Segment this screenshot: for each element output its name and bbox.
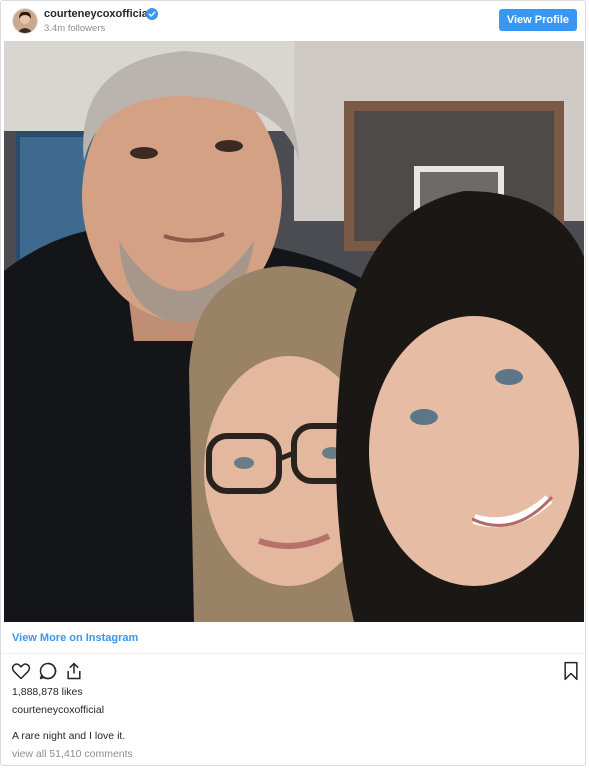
- bookmark-icon[interactable]: [561, 661, 581, 681]
- view-all-comments-link[interactable]: view all 51,410 comments: [12, 748, 133, 760]
- instagram-embed-card: courteneycoxofficial 3.4m followers View…: [0, 0, 586, 766]
- follower-count: 3.4m followers: [44, 23, 106, 34]
- post-photo[interactable]: [4, 41, 584, 622]
- username[interactable]: courteneycoxofficial: [44, 8, 151, 20]
- comment-icon[interactable]: [38, 661, 58, 681]
- share-icon[interactable]: [64, 661, 84, 681]
- heart-icon[interactable]: [11, 661, 31, 681]
- caption-text: A rare night and I love it.: [12, 730, 126, 742]
- like-count: 1,888,878 likes: [12, 686, 83, 698]
- post-header: courteneycoxofficial 3.4m followers View…: [1, 1, 585, 41]
- view-more-on-instagram-link[interactable]: View More on Instagram: [12, 632, 138, 644]
- verified-badge-icon: [146, 8, 158, 20]
- avatar[interactable]: [12, 8, 38, 34]
- caption-username[interactable]: courteneycoxofficial: [12, 704, 104, 716]
- view-profile-button[interactable]: View Profile: [498, 9, 577, 31]
- divider: [1, 653, 585, 654]
